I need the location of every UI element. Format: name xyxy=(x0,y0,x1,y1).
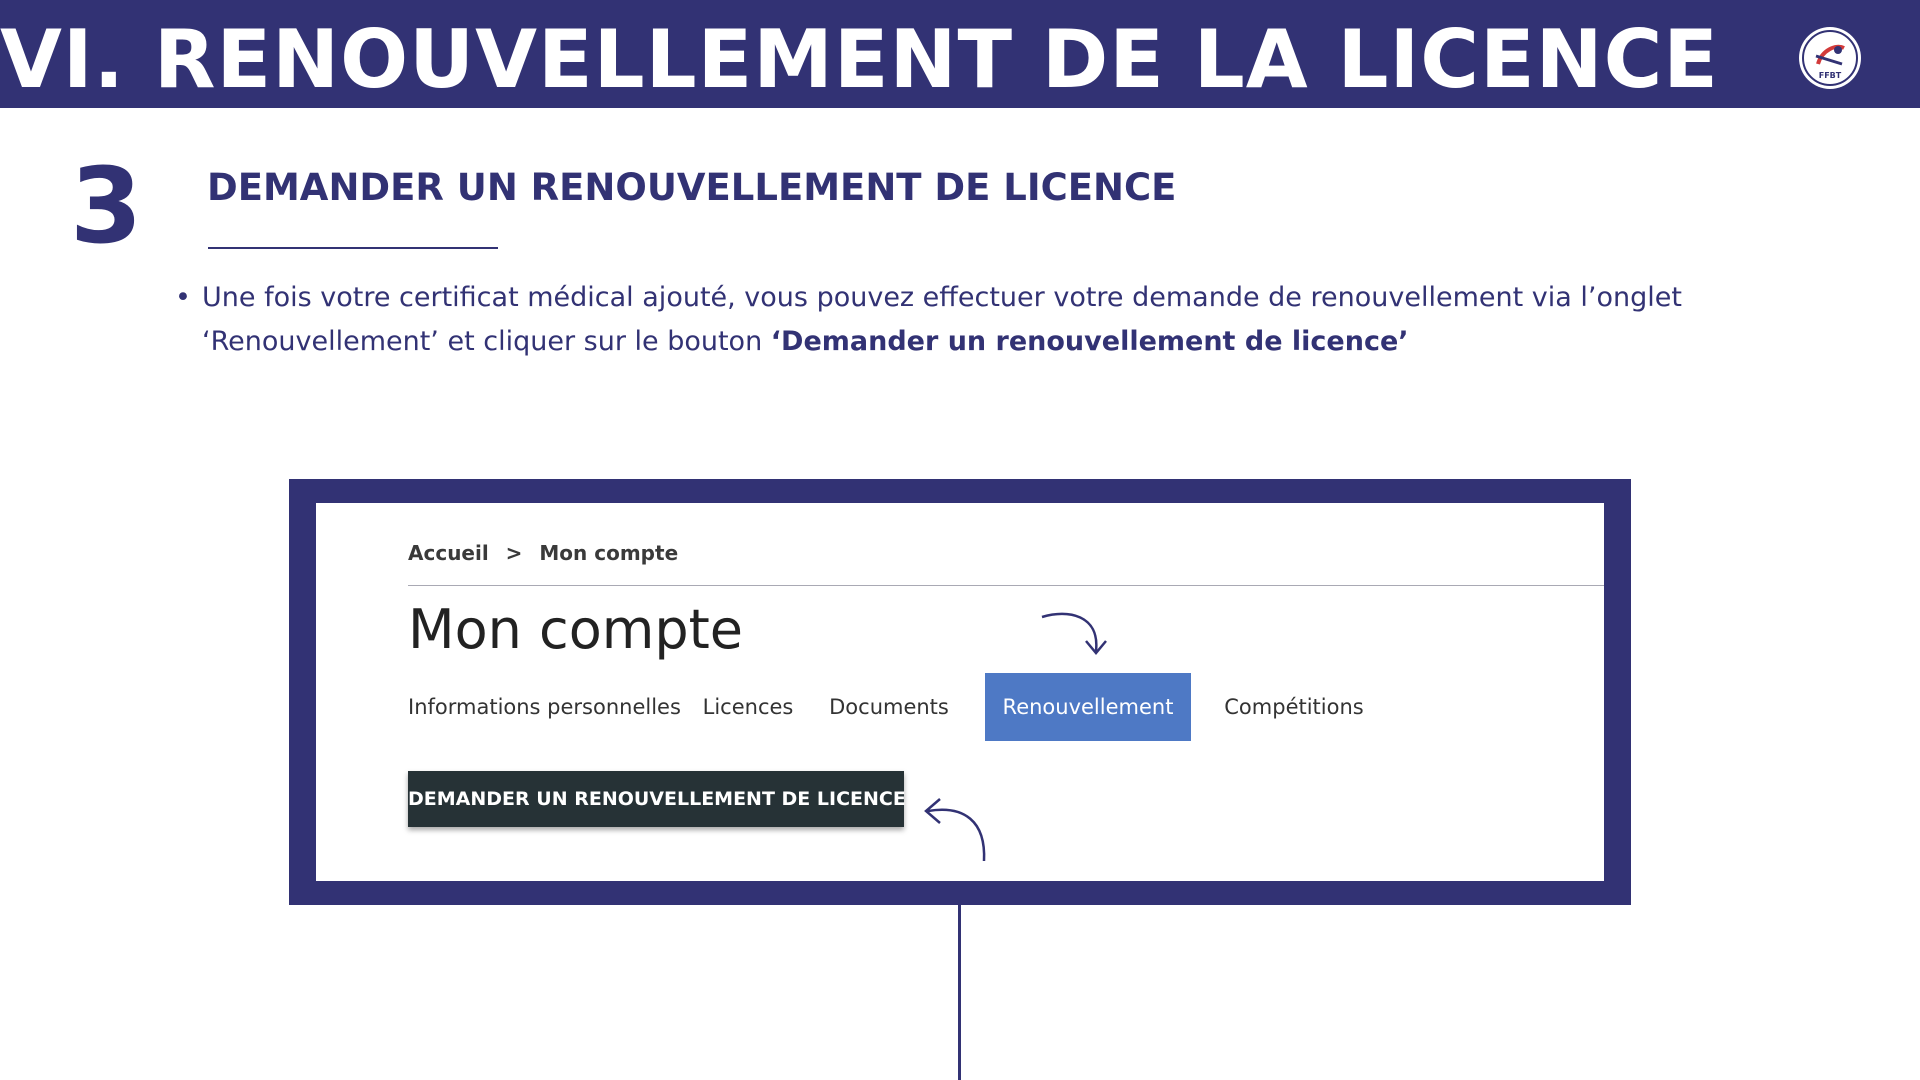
tab-documents[interactable]: Documents xyxy=(824,673,954,741)
instruction-bullet: • Une fois votre certificat médical ajou… xyxy=(175,276,1732,364)
account-page-title: Mon compte xyxy=(408,598,744,661)
tab-licences[interactable]: Licences xyxy=(698,673,798,741)
ffbt-logo-icon: FFBT xyxy=(1799,27,1861,89)
breadcrumb-divider xyxy=(408,585,1604,586)
bullet-icon: • xyxy=(175,282,191,313)
step-number: 3 xyxy=(70,145,143,267)
screenshot-frame: Accueil > Mon compte Mon compte Informat… xyxy=(289,479,1631,905)
curved-arrow-left-icon xyxy=(924,798,986,862)
instruction-bold-text: ‘Demander un renouvellement de licence’ xyxy=(770,326,1409,357)
request-renewal-button[interactable]: DEMANDER UN RENOUVELLEMENT DE LICENCE xyxy=(408,771,906,827)
page-title: VI. RENOUVELLEMENT DE LA LICENCE xyxy=(0,13,1719,106)
curved-arrow-down-icon xyxy=(1041,612,1107,655)
breadcrumb-separator: > xyxy=(505,541,523,565)
header-banner: VI. RENOUVELLEMENT DE LA LICENCE FFBT xyxy=(0,0,1920,108)
breadcrumb-current: Mon compte xyxy=(539,541,679,565)
tab-competitions[interactable]: Compétitions xyxy=(1213,673,1375,741)
breadcrumb: Accueil > Mon compte xyxy=(408,541,688,565)
connector-line xyxy=(958,905,961,1080)
breadcrumb-home-link[interactable]: Accueil xyxy=(408,541,489,565)
tab-informations-personnelles[interactable]: Informations personnelles xyxy=(408,673,681,741)
svg-text:FFBT: FFBT xyxy=(1819,71,1842,80)
title-underline xyxy=(208,247,498,249)
step-title: DEMANDER UN RENOUVELLEMENT DE LICENCE xyxy=(207,166,1177,209)
tab-renouvellement[interactable]: Renouvellement xyxy=(985,673,1191,741)
account-page-screenshot: Accueil > Mon compte Mon compte Informat… xyxy=(316,503,1604,881)
